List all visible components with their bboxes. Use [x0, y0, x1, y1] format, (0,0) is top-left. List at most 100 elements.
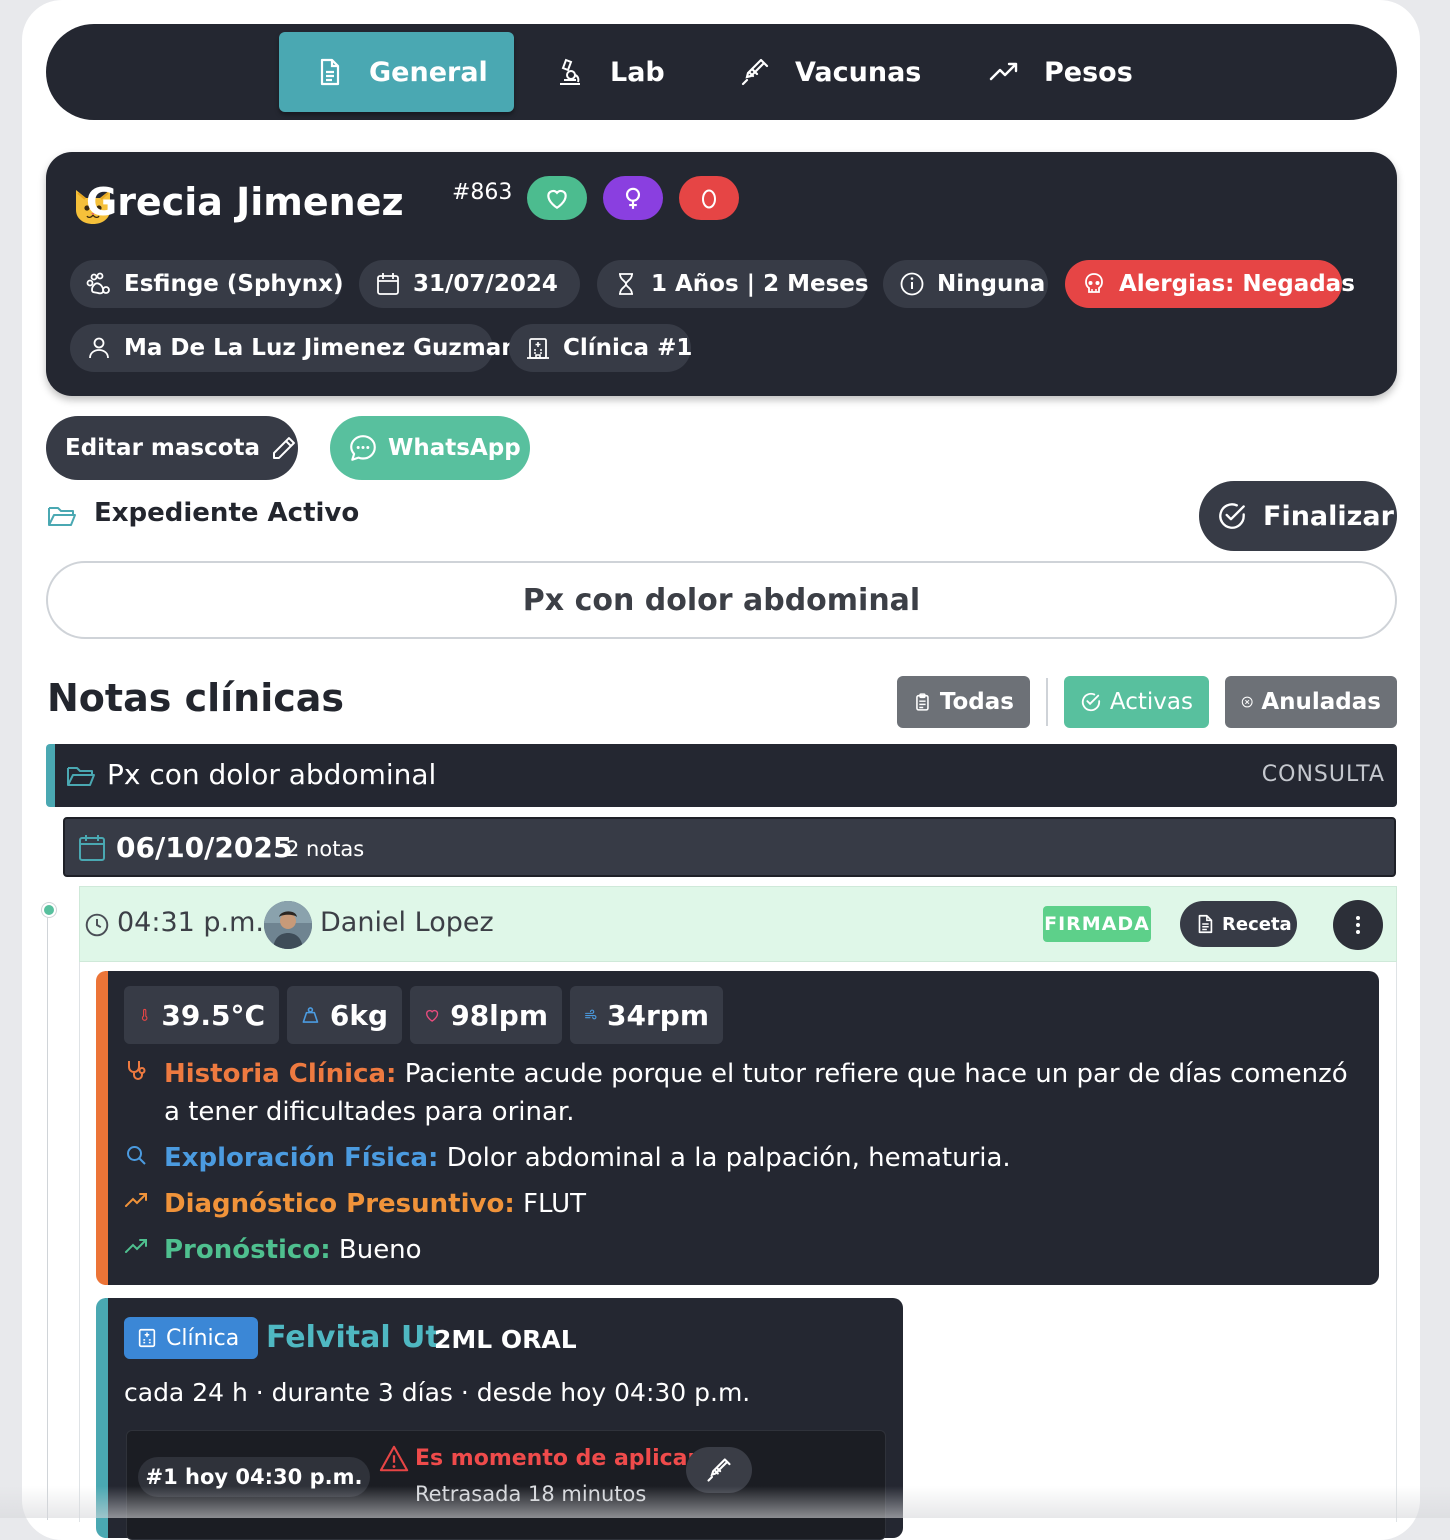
search-icon — [127, 1146, 146, 1165]
consultation-folder[interactable]: Px con dolor abdominal CONSULTA — [46, 744, 1397, 807]
hospital-icon — [138, 1328, 156, 1348]
warning-icon — [379, 1445, 409, 1472]
soap-label: Exploración Física: — [164, 1143, 439, 1173]
soap-prognosis: Pronóstico: Bueno — [164, 1231, 1364, 1269]
reason-text: Px con dolor abdominal — [522, 582, 921, 618]
filter-anuladas-button[interactable]: Anuladas — [1225, 676, 1397, 728]
vital-weight: 6kg — [287, 986, 402, 1044]
health-badge — [527, 176, 587, 220]
date-text: 06/10/2025 — [116, 831, 293, 864]
tab-pesos[interactable]: Pesos — [988, 32, 1168, 112]
clinic-badge-label: Clínica — [166, 1325, 240, 1351]
note-author: Daniel Lopez — [320, 907, 494, 938]
filter-label: Activas — [1109, 689, 1193, 715]
chat-bubble-icon — [350, 435, 376, 461]
edit-pet-button[interactable]: Editar mascota — [46, 416, 298, 480]
clock-icon — [85, 913, 109, 937]
syringe-icon — [707, 1458, 731, 1482]
female-icon — [625, 187, 641, 209]
weight-icon — [302, 1007, 319, 1023]
allergies-pill: Alergias: Negadas — [1065, 260, 1355, 308]
filter-label: Todas — [939, 689, 1014, 715]
apply-dose-button[interactable] — [686, 1447, 752, 1493]
age-text: 1 Años | 2 Meses — [651, 271, 869, 297]
breed-text: Esfinge (Sphynx) — [124, 271, 344, 297]
soap-text: Bueno — [338, 1235, 422, 1265]
application-index: #1 hoy 04:30 p.m. — [138, 1457, 370, 1497]
note-time: 04:31 p.m. — [117, 907, 264, 938]
soap-exam: Exploración Física: Dolor abdominal a la… — [164, 1139, 1364, 1177]
vital-temperature: 39.5°C — [124, 986, 279, 1044]
heart-icon — [547, 189, 567, 210]
soap-history: Historia Clínica: Paciente acude porque … — [164, 1055, 1364, 1131]
condition-pill: Ninguna — [883, 260, 1048, 308]
date-group[interactable]: 06/10/2025 2 notas — [63, 817, 1396, 877]
filter-todas-button[interactable]: Todas — [897, 676, 1030, 728]
drug-name: Felvital Ut — [266, 1320, 440, 1355]
kebab-menu-icon — [1356, 916, 1360, 934]
hospital-icon — [527, 338, 549, 359]
pet-id: #863 — [452, 180, 513, 205]
wind-icon — [585, 1009, 597, 1020]
calendar-icon — [79, 835, 105, 861]
tab-lab[interactable]: Lab — [554, 32, 704, 112]
owner-text: Ma De La Luz Jimenez Guzman — [124, 335, 518, 361]
vital-respiratory-rate: 34rpm — [570, 986, 723, 1044]
syringe-icon — [741, 58, 769, 86]
heart-icon — [426, 1009, 439, 1022]
clinic-pill: Clínica #1 — [509, 324, 692, 372]
pencil-icon — [273, 437, 296, 459]
timeline-dot — [42, 903, 56, 917]
soap-text: Dolor abdominal a la palpación, hematuri… — [446, 1143, 1011, 1173]
folder-open-icon — [48, 507, 76, 526]
record-status: Expediente Activo — [94, 498, 360, 528]
soap-label: Historia Clínica: — [164, 1059, 397, 1089]
trending-up-icon — [125, 1193, 147, 1207]
microscope-icon — [560, 58, 580, 85]
whatsapp-button[interactable]: WhatsApp — [330, 416, 530, 480]
stethoscope-icon — [128, 1061, 146, 1080]
blood-drop-icon — [702, 189, 716, 209]
prescription-button[interactable]: Receta — [1180, 901, 1297, 947]
folder-title: Px con dolor abdominal — [107, 758, 437, 791]
check-circle-icon — [1081, 692, 1101, 712]
paw-icon — [86, 272, 110, 295]
tab-vacunas[interactable]: Vacunas — [739, 32, 949, 112]
soap-label: Pronóstico: — [164, 1235, 331, 1265]
clipboard-icon — [916, 693, 929, 711]
condition-text: Ninguna — [937, 271, 1046, 297]
vital-value: 34rpm — [607, 998, 709, 1032]
owner-pill: Ma De La Luz Jimenez Guzman — [70, 324, 518, 372]
info-icon — [900, 272, 924, 296]
signed-badge: FIRMADA — [1043, 906, 1151, 942]
drug-dose: 2ML ORAL — [434, 1325, 577, 1354]
note-header: 04:31 p.m. Daniel Lopez FIRMADA Receta — [79, 886, 1397, 962]
notes-title: Notas clínicas — [47, 676, 345, 720]
skull-icon — [1085, 273, 1103, 293]
filter-divider — [1046, 678, 1048, 726]
tab-label: Pesos — [1044, 56, 1133, 88]
tab-general[interactable]: General — [279, 32, 514, 112]
finalize-button[interactable]: Finalizar — [1199, 481, 1397, 551]
edit-pet-label: Editar mascota — [65, 435, 261, 461]
drug-schedule: cada 24 h · durante 3 días · desde hoy 0… — [124, 1378, 751, 1407]
timeline-line — [47, 910, 48, 1520]
prescription-label: Receta — [1222, 913, 1292, 935]
finalize-label: Finalizar — [1263, 500, 1394, 532]
age-pill: 1 Años | 2 Meses — [597, 260, 869, 308]
whatsapp-label: WhatsApp — [388, 435, 521, 461]
filter-activas-button[interactable]: Activas — [1064, 676, 1209, 728]
consultation-reason[interactable]: Px con dolor abdominal — [46, 561, 1397, 639]
tab-label: General — [369, 56, 488, 88]
avatar — [264, 901, 312, 949]
tab-bar: General Lab Vacunas Pesos — [46, 24, 1397, 120]
soap-label: Diagnóstico Presuntivo: — [164, 1189, 515, 1219]
soap-text: FLUT — [523, 1189, 587, 1219]
more-options-button[interactable] — [1333, 900, 1383, 950]
pet-name: Grecia Jimenez — [86, 180, 404, 224]
application-alert: Es momento de aplicar — [415, 1446, 699, 1471]
user-icon — [89, 337, 109, 359]
x-circle-icon — [1241, 696, 1253, 708]
vital-heart-rate: 98lpm — [410, 986, 562, 1044]
check-circle-icon — [1219, 503, 1245, 529]
